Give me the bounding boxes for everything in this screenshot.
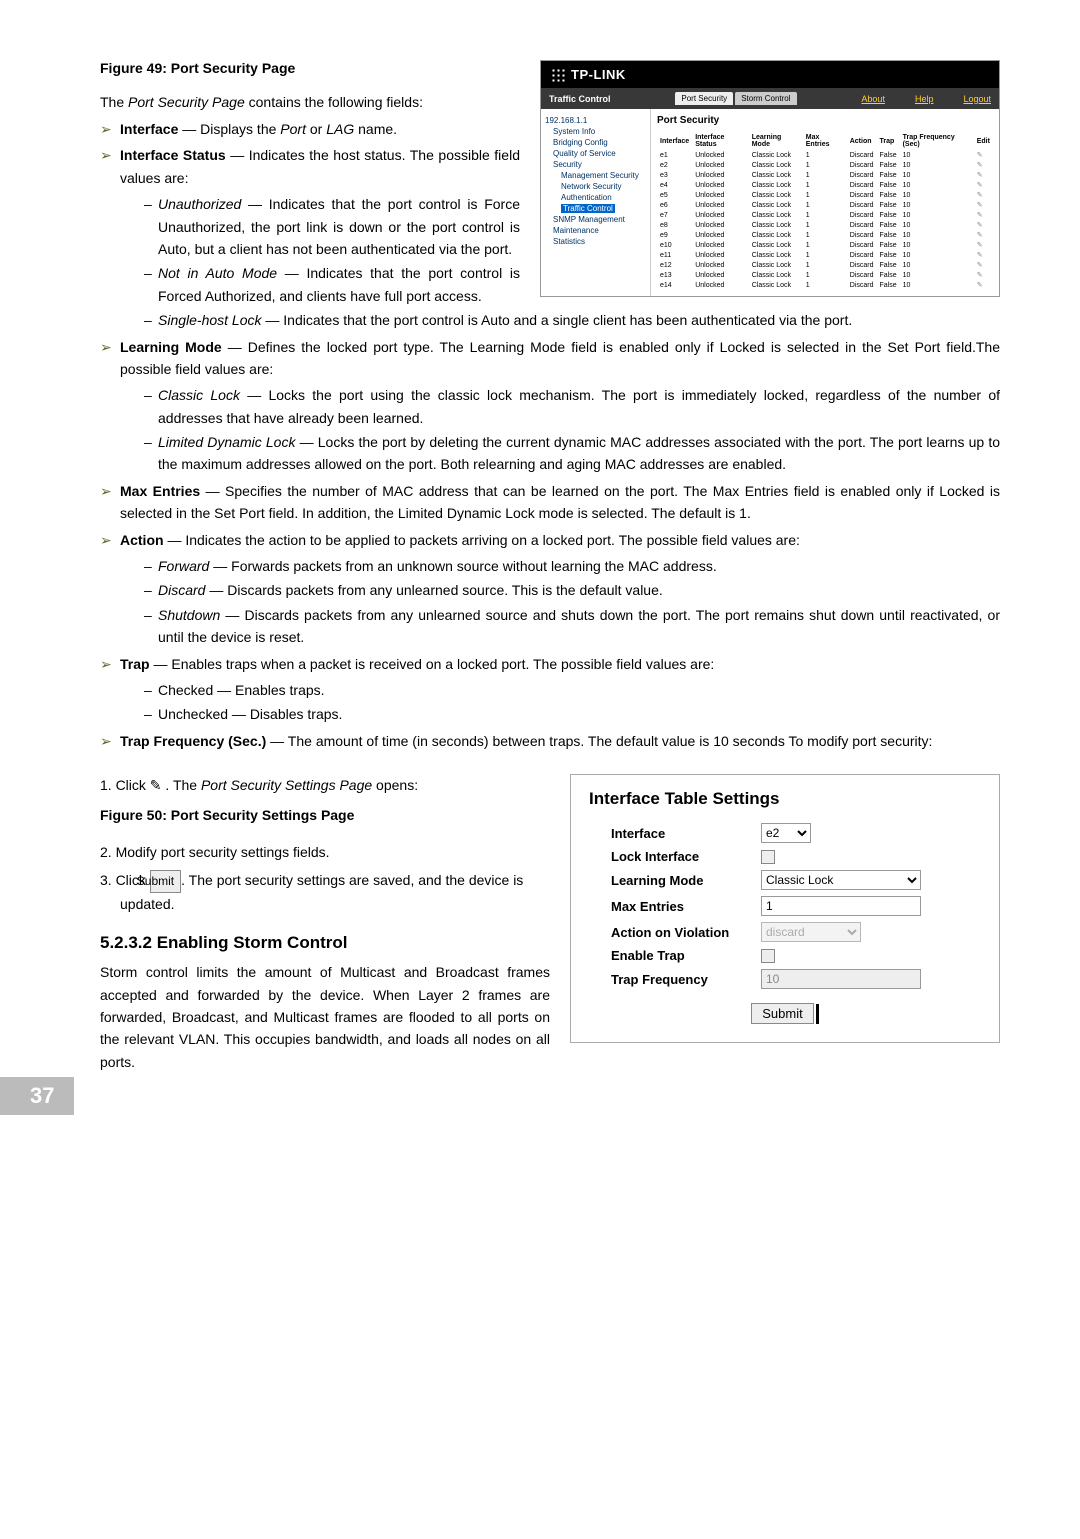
sub-discard: Discard — Discards packets from any unle… bbox=[120, 579, 1000, 601]
sub-not-in-auto: Not in Auto Mode — Indicates that the po… bbox=[120, 262, 1000, 307]
label-lock-interface: Lock Interface bbox=[611, 849, 761, 864]
submit-button[interactable]: Submit bbox=[751, 1003, 813, 1024]
select-interface[interactable]: e2 bbox=[761, 823, 811, 843]
submit-button-inline: Submit bbox=[150, 870, 181, 893]
checkbox-lock-interface[interactable] bbox=[761, 850, 775, 864]
link-help[interactable]: Help bbox=[915, 94, 934, 104]
tp-link-logo-text: TP-LINK bbox=[571, 67, 626, 82]
label-learning-mode: Learning Mode bbox=[611, 873, 761, 888]
field-action: Action — Indicates the action to be appl… bbox=[100, 529, 1000, 649]
sub-single-host-lock: Single-host Lock — Indicates that the po… bbox=[120, 309, 1000, 331]
sub-forward: Forward — Forwards packets from an unkno… bbox=[120, 555, 1000, 577]
field-max-entries: Max Entries — Specifies the number of MA… bbox=[100, 480, 1000, 525]
label-interface: Interface bbox=[611, 826, 761, 841]
tp-link-logo-icon bbox=[551, 68, 565, 82]
sub-unauthorized: Unauthorized — Indicates that the port c… bbox=[120, 193, 1000, 260]
select-action-on-violation: discard bbox=[761, 922, 861, 942]
link-about[interactable]: About bbox=[861, 94, 885, 104]
tp-link-header: TP-LINK bbox=[541, 61, 999, 88]
page-number: 37 bbox=[0, 1077, 74, 1115]
sub-unchecked: Unchecked — Disables traps. bbox=[120, 703, 1000, 725]
label-max-entries: Max Entries bbox=[611, 899, 761, 914]
tp-subheader: Traffic Control Port Security Storm Cont… bbox=[541, 88, 999, 109]
field-learning-mode: Learning Mode — Defines the locked port … bbox=[100, 336, 1000, 476]
field-interface: Interface — Displays the Port or LAG nam… bbox=[100, 118, 1000, 140]
field-trap-frequency: Trap Frequency (Sec.) — The amount of ti… bbox=[100, 730, 1000, 752]
checkbox-enable-trap[interactable] bbox=[761, 949, 775, 963]
select-learning-mode[interactable]: Classic Lock bbox=[761, 870, 921, 890]
input-trap-frequency bbox=[761, 969, 921, 989]
label-action-on-violation: Action on Violation bbox=[611, 925, 761, 940]
tab-port-security[interactable]: Port Security bbox=[675, 92, 733, 105]
label-enable-trap: Enable Trap bbox=[611, 948, 761, 963]
link-logout[interactable]: Logout bbox=[963, 94, 991, 104]
input-max-entries[interactable] bbox=[761, 896, 921, 916]
label-trap-frequency: Trap Frequency bbox=[611, 972, 761, 987]
sub-shutdown: Shutdown — Discards packets from any unl… bbox=[120, 604, 1000, 649]
tab-storm-control[interactable]: Storm Control bbox=[735, 92, 796, 105]
cursor-icon bbox=[816, 1004, 819, 1024]
field-trap: Trap — Enables traps when a packet is re… bbox=[100, 653, 1000, 726]
traffic-control-label: Traffic Control bbox=[549, 94, 611, 104]
interface-table-settings-panel: Interface Table Settings Interface e2 Lo… bbox=[570, 774, 1000, 1043]
sub-limited-dynamic-lock: Limited Dynamic Lock — Locks the port by… bbox=[120, 431, 1000, 476]
iface-settings-title: Interface Table Settings bbox=[589, 789, 981, 809]
sub-checked: Checked — Enables traps. bbox=[120, 679, 1000, 701]
pencil-icon: ✎ bbox=[150, 777, 162, 793]
field-interface-status: Interface Status — Indicates the host st… bbox=[100, 144, 1000, 331]
sub-classic-lock: Classic Lock — Locks the port using the … bbox=[120, 384, 1000, 429]
